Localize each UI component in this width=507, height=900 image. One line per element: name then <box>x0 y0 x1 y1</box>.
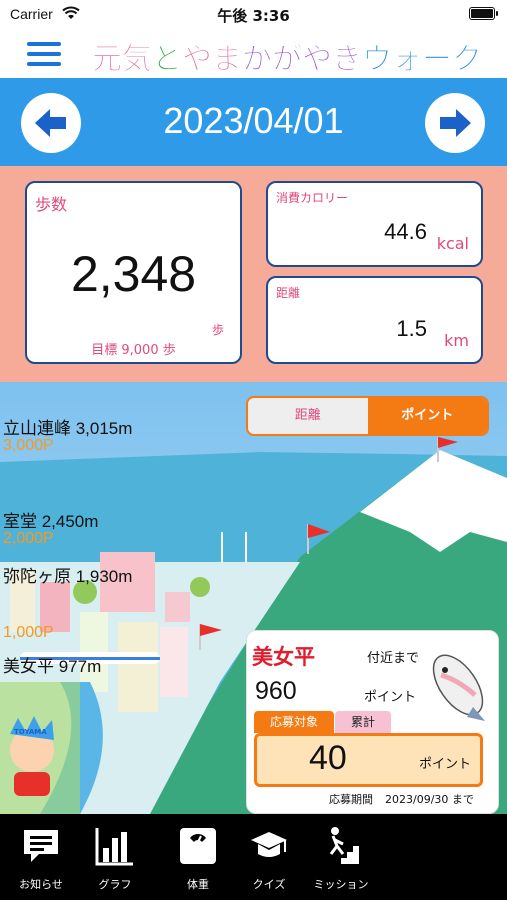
title-part: ウォーク <box>362 42 483 78</box>
tab-mission[interactable]: ミッション <box>306 814 376 900</box>
trout-mascot-icon <box>432 654 485 721</box>
period-end: 2023/09/30 まで <box>385 793 474 806</box>
application-period: 応募期間 2023/09/30 まで <box>329 791 474 807</box>
tab-label: ミッション <box>313 878 369 891</box>
title-part: と <box>152 42 183 78</box>
toggle-points[interactable]: ポイント <box>367 398 487 434</box>
calories-card: 消費カロリー 44.6 kcal <box>266 181 483 267</box>
next-checkpoint-card: 美女平 付近まで 960 ポイント 応募対象 累計 40 ポイント 応募期間 20… <box>246 630 499 814</box>
checkpoint-name: 弥陀ヶ原 1,930m <box>3 567 133 586</box>
checkpoint-points: 2,000P <box>3 530 54 547</box>
hamburger-menu-icon[interactable] <box>27 42 61 66</box>
clock: 午後 3:36 <box>217 7 290 25</box>
arrow-right-icon <box>440 109 471 137</box>
checkpoint-name: 美女平 977m <box>3 657 102 676</box>
app-title: 元気とやまかがやきウォーク <box>92 34 483 78</box>
period-label: 応募期間 <box>329 793 373 806</box>
battery-icon <box>469 7 498 20</box>
tab-application-target[interactable]: 応募対象 <box>254 711 334 733</box>
steps-card: 歩数 2,348 歩 目標 9,000 歩 <box>25 181 242 364</box>
tab-quiz[interactable]: クイズ <box>234 814 304 900</box>
tab-label: 体重 <box>187 878 209 891</box>
distance-label: 距離 <box>276 286 301 300</box>
remaining-points: 960 <box>255 677 297 705</box>
app-header: 元気とやまかがやきウォーク <box>0 30 507 78</box>
view-toggle: 距離 ポイント <box>246 396 489 436</box>
scale-icon <box>180 828 216 864</box>
next-location: 美女平 <box>252 645 315 669</box>
checkpoint-points: 1,000P <box>3 624 54 641</box>
steps-value: 2,348 <box>70 246 197 302</box>
distance-value: 1.5 <box>396 316 427 341</box>
points-unit: ポイント <box>418 757 471 772</box>
points-box: 40 ポイント <box>254 733 483 787</box>
tab-weight[interactable]: 体重 <box>163 814 233 900</box>
mascot-label: TOYAMA <box>14 728 47 736</box>
stats-panel: 歩数 2,348 歩 目標 9,000 歩 消費カロリー 44.6 kcal 距… <box>0 166 507 382</box>
next-day-button[interactable] <box>425 93 485 153</box>
graduation-cap-icon <box>251 832 287 857</box>
speech-bubble-icon <box>24 830 58 862</box>
title-part: 元気 <box>92 42 153 78</box>
distance-unit: km <box>444 331 469 350</box>
steps-goal: 目標 9,000 歩 <box>91 343 176 358</box>
tab-label: クイズ <box>252 878 286 891</box>
title-part: やま <box>182 42 243 78</box>
tab-graph[interactable]: グラフ <box>80 814 150 900</box>
calories-label: 消費カロリー <box>276 191 349 205</box>
bottom-tab-bar: お知らせ グラフ 体重 クイズ ミッション <box>0 814 507 900</box>
tab-news[interactable]: お知らせ <box>6 814 76 900</box>
stairs-climber-icon <box>329 827 359 864</box>
calories-unit: kcal <box>436 234 469 253</box>
near-label: 付近まで <box>367 651 420 666</box>
tab-cumulative[interactable]: 累計 <box>335 711 391 733</box>
calories-value: 44.6 <box>384 219 427 244</box>
toggle-distance[interactable]: 距離 <box>248 398 368 434</box>
distance-card: 距離 1.5 km <box>266 276 483 364</box>
tab-label: グラフ <box>98 878 132 891</box>
date-navigation-bar: 2023/04/01 <box>0 78 507 166</box>
bar-chart-icon <box>95 828 133 866</box>
checkpoint-name: 室堂 2,450m <box>3 512 99 531</box>
course-map: 立山連峰 3,015m 3,000P 室堂 2,450m 2,000P 弥陀ヶ原… <box>0 382 507 814</box>
checkpoint-points: 3,000P <box>3 437 54 454</box>
remaining-unit: ポイント <box>364 690 417 705</box>
checkpoint-name: 立山連峰 3,015m <box>3 419 133 438</box>
steps-unit: 歩 <box>211 323 224 337</box>
steps-label: 歩数 <box>35 195 68 214</box>
points-value: 40 <box>309 739 347 777</box>
tab-label: お知らせ <box>19 878 63 891</box>
title-part: かがやき <box>242 42 363 78</box>
status-bar: Carrier 午後 3:36 <box>0 0 507 30</box>
